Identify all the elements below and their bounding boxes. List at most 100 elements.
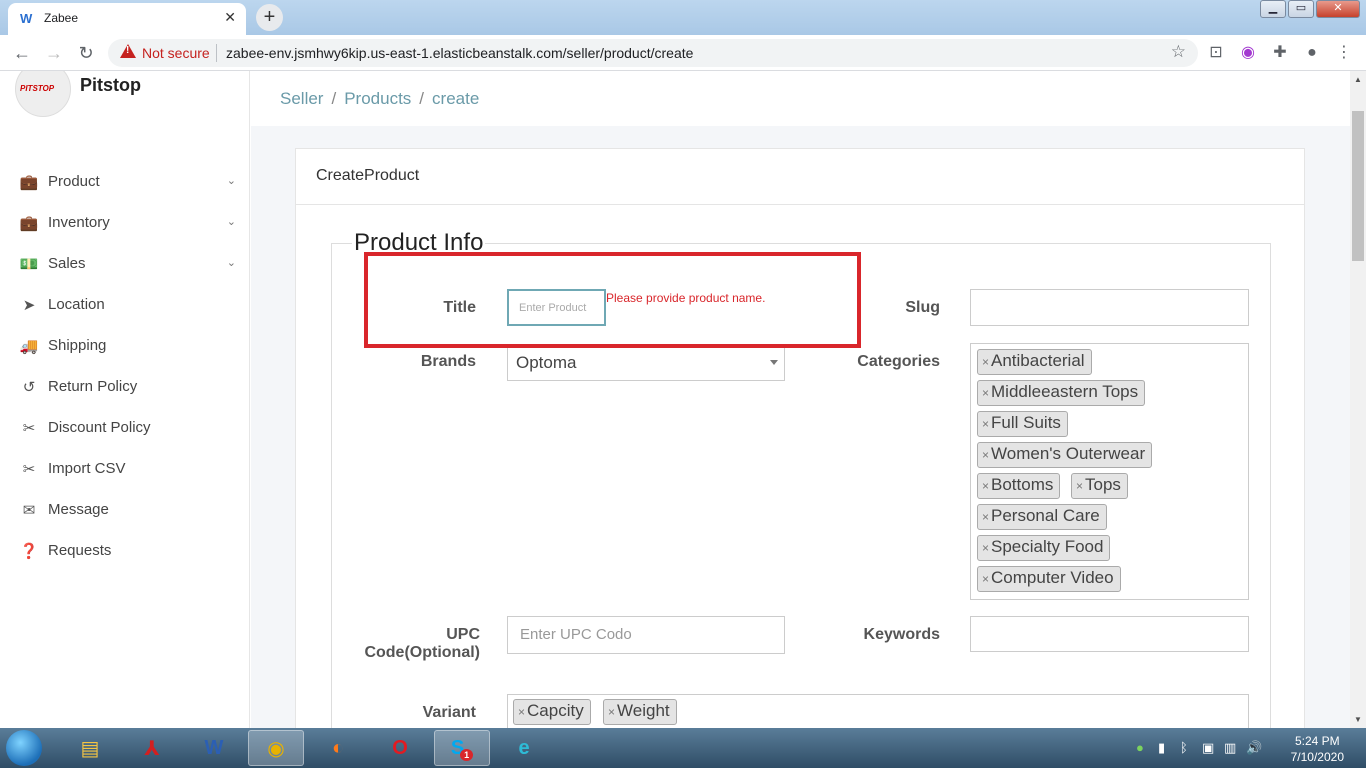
variant-tag-label: Capcity <box>527 701 584 720</box>
security-status[interactable]: Not secure <box>142 45 210 61</box>
skype-icon[interactable]: S1 <box>434 730 490 766</box>
variant-tag: × Weight <box>603 699 677 725</box>
minimize-button[interactable]: ▁ <box>1260 0 1286 18</box>
card-title: CreateProduct <box>296 149 1304 205</box>
start-button[interactable] <box>6 730 42 766</box>
scroll-down-icon[interactable]: ▼ <box>1354 715 1362 724</box>
sidebar-item-message[interactable]: ✉ Message <box>0 489 250 530</box>
profile-icon[interactable]: ● <box>1302 43 1322 63</box>
bookmark-star-icon[interactable]: ☆ <box>1171 42 1186 62</box>
slug-input[interactable] <box>970 289 1249 326</box>
screen-capture-icon[interactable]: ⊡ <box>1206 43 1226 63</box>
sidebar-item-discount-policy[interactable]: ✂ Discount Policy <box>0 407 250 448</box>
sidebar-item-requests[interactable]: ❓ Requests <box>0 530 250 571</box>
breadcrumb-products[interactable]: Products <box>344 89 411 108</box>
remove-tag-icon[interactable]: × <box>982 448 989 462</box>
reload-icon[interactable]: ↻ <box>74 41 98 65</box>
sidebar-item-location[interactable]: ➤ Location <box>0 284 250 325</box>
brands-label: Brands <box>420 353 476 370</box>
remove-tag-icon[interactable]: × <box>518 705 525 719</box>
acrobat-icon[interactable]: ⅄ <box>124 730 180 766</box>
scrollbar-thumb[interactable] <box>1352 111 1364 261</box>
category-tag: × Women's Outerwear <box>977 442 1153 468</box>
keywords-input[interactable] <box>970 616 1249 652</box>
maximize-button[interactable]: ▭ <box>1288 0 1314 18</box>
url-text[interactable]: zabee-env.jsmhwy6kip.us-east-1.elasticbe… <box>226 45 693 61</box>
power-icon[interactable]: ▥ <box>1224 740 1236 756</box>
store-name: Pitstop <box>80 75 141 95</box>
scroll-up-icon[interactable]: ▲ <box>1354 75 1362 84</box>
word-icon[interactable]: W <box>186 730 242 766</box>
close-window-button[interactable]: ✕ <box>1316 0 1360 18</box>
browser-tab[interactable]: W Zabee ✕ <box>8 3 246 35</box>
location-arrow-icon: ➤ <box>22 296 36 314</box>
category-tag: × Bottoms <box>977 473 1061 499</box>
color-extension-icon[interactable]: ◉ <box>1238 43 1258 63</box>
security-shield-icon[interactable]: ● <box>1136 740 1144 755</box>
remove-tag-icon[interactable]: × <box>1076 479 1083 493</box>
bluetooth-icon[interactable]: ᛒ <box>1180 740 1188 755</box>
opera-icon[interactable]: O <box>372 730 428 766</box>
remove-tag-icon[interactable]: × <box>982 386 989 400</box>
sidebar-item-sales[interactable]: 💵 Sales ⌄ <box>0 243 250 284</box>
sidebar-item-label: Message <box>48 501 109 518</box>
firefox-icon[interactable]: ◐ <box>310 730 366 766</box>
category-tag: × Full Suits <box>977 411 1068 437</box>
sidebar-item-label: Product <box>48 173 100 190</box>
address-bar[interactable]: Not secure zabee-env.jsmhwy6kip.us-east-… <box>108 39 1198 67</box>
forward-icon[interactable]: → <box>42 41 66 65</box>
scissors-icon: ✂ <box>22 419 36 437</box>
tab-title: Zabee <box>44 11 79 25</box>
remove-tag-icon[interactable]: × <box>982 541 989 555</box>
remove-tag-icon[interactable]: × <box>982 355 989 369</box>
remove-tag-icon[interactable]: × <box>982 417 989 431</box>
variant-multiselect[interactable]: × Capcity × Weight <box>507 694 1249 728</box>
clock[interactable]: 5:24 PM 7/10/2020 <box>1291 733 1344 765</box>
dropdown-caret-icon <box>770 360 778 365</box>
remove-tag-icon[interactable]: × <box>982 572 989 586</box>
sidebar-item-import-csv[interactable]: ✂ Import CSV <box>0 448 250 489</box>
remove-tag-icon[interactable]: × <box>982 510 989 524</box>
sidebar-item-shipping[interactable]: 🚚 Shipping <box>0 325 250 366</box>
web-page: PITSTOP Pitstop 💼 Product ⌄ 💼 Inventory ⌄ 💵 S… <box>0 71 1350 728</box>
breadcrumb-seller[interactable]: Seller <box>280 89 323 108</box>
chrome-icon[interactable]: ◉ <box>248 730 304 766</box>
close-tab-icon[interactable]: ✕ <box>224 9 236 26</box>
breadcrumb-separator: / <box>419 89 425 108</box>
breadcrumb-create: create <box>432 89 480 108</box>
category-tag-label: Women's Outerwear <box>991 444 1146 463</box>
variant-tag-label: Weight <box>617 701 670 720</box>
briefcase-icon: 💼 <box>19 173 39 191</box>
volume-icon[interactable]: 🔊 <box>1246 740 1262 756</box>
remove-tag-icon[interactable]: × <box>982 479 989 493</box>
edge-icon[interactable]: e <box>496 730 552 766</box>
new-tab-button[interactable]: + <box>256 4 283 31</box>
categories-multiselect[interactable]: × Antibacterial × Middleeastern Tops × Full… <box>970 343 1249 600</box>
network-icon[interactable]: ▮ <box>1158 740 1165 756</box>
back-icon[interactable]: ← <box>10 41 34 65</box>
sidebar-item-inventory[interactable]: 💼 Inventory ⌄ <box>0 202 250 243</box>
categories-label: Categories <box>857 353 940 370</box>
file-explorer-icon[interactable]: ▤ <box>62 730 118 766</box>
sidebar-menu: 💼 Product ⌄ 💼 Inventory ⌄ 💵 Sales ⌄ ➤ Location … <box>0 161 250 571</box>
upc-input[interactable]: Enter UPC Codo <box>507 616 785 654</box>
clock-time: 5:24 PM <box>1294 734 1340 748</box>
category-tag-label: Antibacterial <box>991 351 1085 370</box>
browser-toolbar: ← → ↻ Not secure zabee-env.jsmhwy6kip.us… <box>0 35 1366 71</box>
store-logo[interactable]: PITSTOP <box>15 71 71 117</box>
breadcrumb-separator: / <box>331 89 337 108</box>
puzzle-extensions-icon[interactable]: ✚ <box>1270 43 1290 63</box>
remove-tag-icon[interactable]: × <box>608 705 615 719</box>
keywords-label: Keywords <box>863 626 940 643</box>
sidebar-item-product[interactable]: 💼 Product ⌄ <box>0 161 250 202</box>
page-scrollbar[interactable]: ▲ ▼ <box>1350 71 1366 728</box>
sidebar-item-return-policy[interactable]: ↺ Return Policy <box>0 366 250 407</box>
display-icon[interactable]: ▣ <box>1202 740 1214 756</box>
money-icon: 💵 <box>19 255 39 273</box>
brands-select[interactable]: Optoma <box>507 345 785 381</box>
browser-titlebar: W Zabee ✕ + ▁ ▭ ✕ <box>0 0 1366 35</box>
system-tray: ● ▮ ᛒ ▣ ▥ 🔊 5:24 PM 7/10/2020 <box>1126 728 1366 768</box>
sidebar-item-label: Return Policy <box>48 378 138 395</box>
menu-dots-icon[interactable]: ⋮ <box>1334 43 1354 63</box>
create-product-card: CreateProduct Product Info Title Enter P… <box>295 148 1305 728</box>
